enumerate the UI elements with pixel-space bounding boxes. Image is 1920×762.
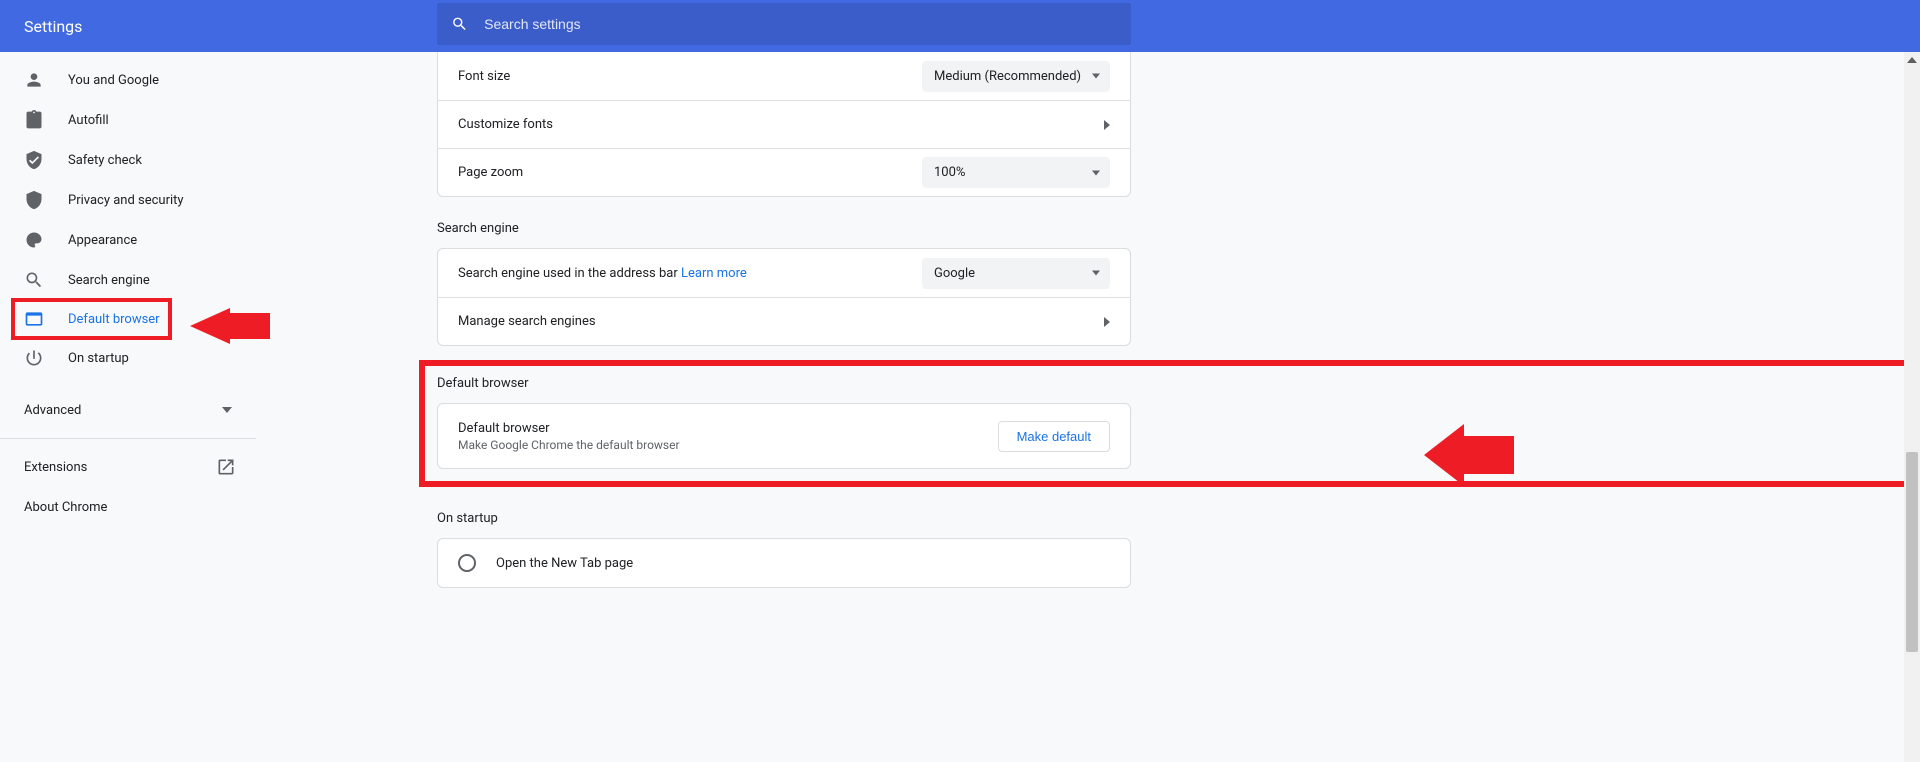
row-default-browser: Default browser Make Google Chrome the d…	[438, 404, 1130, 468]
verified-shield-icon	[24, 150, 44, 170]
palette-icon	[24, 230, 44, 250]
sidebar-item-safety-check[interactable]: Safety check	[0, 140, 256, 180]
scrollbar-track[interactable]	[1904, 52, 1920, 762]
chevron-down-icon	[222, 407, 232, 413]
row-open-new-tab[interactable]: Open the New Tab page	[438, 539, 1130, 587]
scrollbar-thumb[interactable]	[1906, 452, 1918, 652]
chevron-right-icon	[1104, 317, 1110, 327]
row-search-engine-used: Search engine used in the address bar Le…	[438, 249, 1130, 297]
open-in-new-icon	[216, 457, 236, 477]
section-title-search-engine: Search engine	[437, 221, 1920, 236]
section-title-default-browser: Default browser	[437, 376, 1920, 391]
row-page-zoom: Page zoom 100%	[438, 148, 1130, 196]
sidebar-item-label: About Chrome	[24, 500, 107, 515]
default-browser-card: Default browser Make Google Chrome the d…	[437, 403, 1131, 469]
content-area: Font size Medium (Recommended) Customize…	[256, 52, 1920, 762]
row-sublabel: Make Google Chrome the default browser	[458, 438, 998, 452]
row-label: Open the New Tab page	[496, 556, 633, 571]
sidebar-item-label: Extensions	[24, 460, 87, 475]
sidebar-item-label: Search engine	[68, 273, 150, 288]
sidebar-item-privacy[interactable]: Privacy and security	[0, 180, 256, 220]
row-label: Page zoom	[458, 165, 922, 180]
sidebar-item-about[interactable]: About Chrome	[0, 487, 256, 527]
sidebar-item-label: Appearance	[68, 233, 137, 248]
scroll-up-icon[interactable]	[1904, 52, 1920, 68]
search-input[interactable]	[484, 16, 1131, 32]
font-size-select[interactable]: Medium (Recommended)	[922, 61, 1110, 92]
browser-icon	[24, 309, 44, 329]
row-label: Search engine used in the address bar Le…	[458, 266, 922, 281]
page-title: Settings	[24, 17, 82, 36]
row-label: Default browser Make Google Chrome the d…	[458, 421, 998, 452]
sidebar-item-you-and-google[interactable]: You and Google	[0, 60, 256, 100]
sidebar-item-default-browser[interactable]: Default browser	[11, 298, 172, 340]
annotation-arrow-icon	[1424, 424, 1514, 486]
page-zoom-select[interactable]: 100%	[922, 157, 1110, 188]
row-customize-fonts[interactable]: Customize fonts	[438, 100, 1130, 148]
row-manage-search-engines[interactable]: Manage search engines	[438, 297, 1130, 345]
row-label: Manage search engines	[458, 314, 1104, 329]
section-title-on-startup: On startup	[437, 511, 1920, 526]
search-icon	[451, 15, 468, 33]
search-engine-card: Search engine used in the address bar Le…	[437, 248, 1131, 346]
search-icon	[24, 270, 44, 290]
header-bar: Settings	[0, 0, 1920, 52]
sidebar-item-label: Default browser	[68, 312, 160, 327]
sidebar-advanced[interactable]: Advanced	[0, 390, 256, 430]
row-font-size: Font size Medium (Recommended)	[438, 52, 1130, 100]
sidebar-item-appearance[interactable]: Appearance	[0, 220, 256, 260]
annotation-highlight: Default browser Default browser Make Goo…	[419, 360, 1920, 487]
learn-more-link[interactable]: Learn more	[681, 266, 747, 281]
shield-icon	[24, 190, 44, 210]
person-icon	[24, 70, 44, 90]
sidebar: You and Google Autofill Safety check Pri…	[0, 52, 256, 762]
sidebar-item-on-startup[interactable]: On startup	[0, 338, 256, 378]
sidebar-item-label: Safety check	[68, 153, 142, 168]
clipboard-icon	[24, 110, 44, 130]
divider	[0, 438, 256, 439]
appearance-card: Font size Medium (Recommended) Customize…	[437, 52, 1131, 197]
sidebar-item-label: You and Google	[68, 73, 159, 88]
search-engine-select[interactable]: Google	[922, 258, 1110, 289]
search-bar[interactable]	[437, 3, 1131, 45]
chevron-right-icon	[1104, 120, 1110, 130]
sidebar-item-label: On startup	[68, 351, 129, 366]
sidebar-item-label: Autofill	[68, 113, 109, 128]
sidebar-item-extensions[interactable]: Extensions	[0, 447, 256, 487]
make-default-button[interactable]: Make default	[998, 421, 1110, 452]
sidebar-item-label: Privacy and security	[68, 193, 184, 208]
row-label: Font size	[458, 69, 922, 84]
radio-icon[interactable]	[458, 554, 476, 572]
sidebar-item-search-engine[interactable]: Search engine	[0, 260, 256, 300]
on-startup-card: Open the New Tab page	[437, 538, 1131, 588]
sidebar-advanced-label: Advanced	[24, 403, 81, 418]
power-icon	[24, 348, 44, 368]
sidebar-item-autofill[interactable]: Autofill	[0, 100, 256, 140]
row-label: Customize fonts	[458, 117, 1104, 132]
